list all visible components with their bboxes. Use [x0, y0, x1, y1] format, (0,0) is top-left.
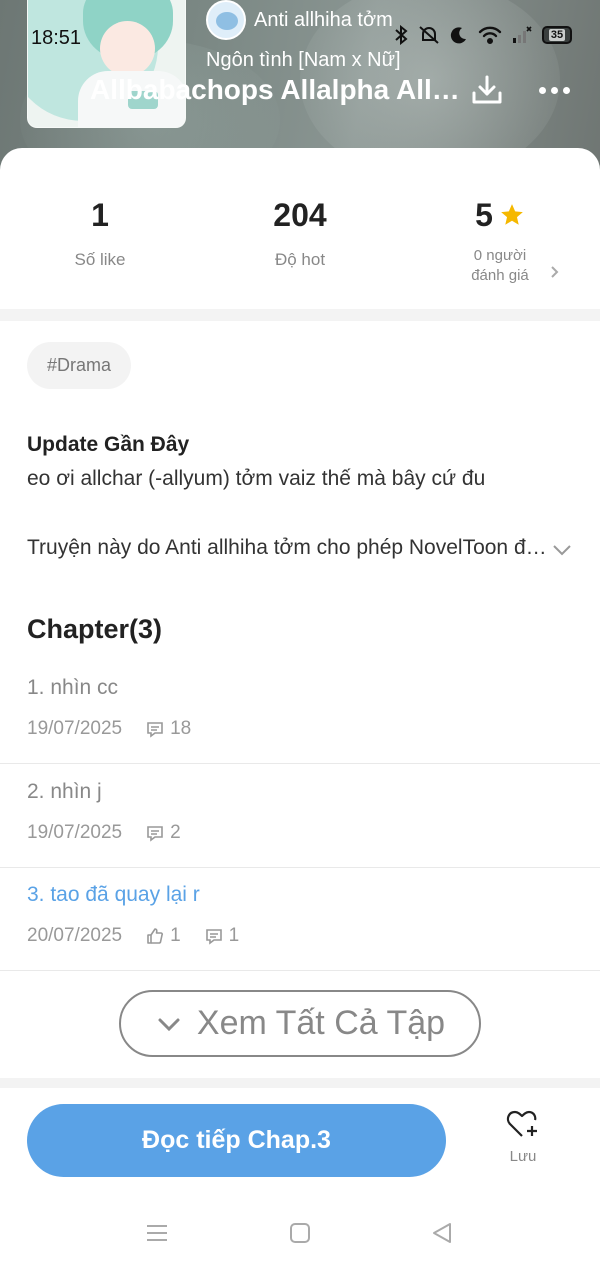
star-icon	[501, 204, 523, 225]
menu-icon	[147, 1225, 167, 1241]
chevron-down-icon	[553, 545, 571, 556]
see-all-chapters-button[interactable]: Xem Tất Cả Tập	[119, 990, 481, 1057]
cover-image[interactable]	[27, 0, 186, 128]
home-square-icon	[290, 1223, 310, 1243]
moon-icon	[450, 27, 466, 44]
status-time: 18:51	[31, 27, 82, 49]
thumbs-up-icon	[147, 928, 164, 944]
section-divider	[0, 1078, 600, 1088]
home-button[interactable]	[285, 1218, 315, 1248]
chapter-meta: 20/07/2025 1 1	[27, 925, 239, 947]
header-banner: Anti allhiha tởm Ngôn tình [Nam x Nữ] Al…	[0, 0, 600, 170]
back-button[interactable]	[427, 1218, 457, 1248]
battery-icon: 35	[542, 26, 572, 44]
comment-icon	[147, 722, 163, 738]
author-row[interactable]: Anti allhiha tởm	[206, 0, 393, 40]
stat-hot: 204 Độ hot	[200, 190, 400, 270]
more-dot-icon	[562, 86, 570, 94]
chapter-title: 1. nhìn cc	[27, 676, 119, 699]
continue-reading-button[interactable]: Đọc tiếp Chap.3	[27, 1104, 446, 1177]
update-heading: Update Gần Đây	[27, 433, 190, 456]
chapter-date: 19/07/2025	[27, 822, 123, 843]
rating-value: 5	[475, 197, 493, 233]
summary-text[interactable]: Truyện này do Anti allhiha tởm cho phép …	[27, 536, 547, 560]
more-options-button[interactable]	[532, 76, 576, 104]
likes-count: 1	[91, 197, 109, 233]
chapter-date: 19/07/2025	[27, 718, 123, 739]
likes-label: Số like	[74, 250, 126, 269]
comment-count: 18	[170, 718, 192, 739]
back-triangle-icon	[433, 1223, 451, 1243]
wifi-icon	[478, 26, 502, 44]
section-divider	[0, 309, 600, 321]
stat-likes: 1 Số like	[0, 190, 200, 270]
download-button[interactable]	[468, 70, 506, 110]
comment-count: 1	[228, 925, 240, 946]
chevron-down-icon	[158, 1018, 180, 1031]
comment-icon	[147, 826, 163, 842]
chapter-item[interactable]: 2. nhìn j 19/07/2025 2	[0, 764, 600, 868]
chapter-meta: 19/07/2025 18	[27, 718, 191, 740]
mute-icon	[419, 26, 439, 44]
expand-summary-button[interactable]	[550, 538, 574, 562]
save-label: Lưu	[509, 1148, 537, 1165]
download-icon	[472, 75, 502, 104]
heart-plus-icon	[506, 1110, 537, 1137]
chevron-right-icon[interactable]	[549, 263, 559, 284]
comment-icon	[205, 929, 222, 945]
more-dot-icon	[538, 86, 546, 94]
chapter-title: 2. nhìn j	[27, 780, 102, 803]
stats-row: 1 Số like 204 Độ hot 5 0 người đánh giá	[0, 190, 600, 310]
signal-icon	[513, 26, 532, 43]
save-button[interactable]: Lưu	[493, 1108, 553, 1178]
chapter-title: 3. tao đã quay lại r	[27, 883, 200, 906]
hot-count: 204	[273, 197, 327, 233]
author-avatar[interactable]	[206, 0, 246, 40]
recent-apps-button[interactable]	[142, 1218, 172, 1248]
chapter-item[interactable]: 1. nhìn cc 19/07/2025 18	[0, 660, 600, 764]
tag-chip[interactable]: #Drama	[27, 342, 132, 389]
rating-label: 0 người đánh giá	[471, 247, 529, 284]
more-dot-icon	[550, 86, 558, 94]
bluetooth-icon	[395, 25, 408, 45]
stat-rating[interactable]: 5 0 người đánh giá	[400, 190, 600, 286]
status-icons: 35	[394, 25, 572, 45]
like-count: 1	[170, 925, 181, 946]
see-all-label: Xem Tất Cả Tập	[196, 1004, 446, 1042]
rating-value-row: 5	[400, 190, 600, 240]
author-name[interactable]: Anti allhiha tởm	[254, 9, 393, 32]
system-nav-bar	[0, 1200, 600, 1267]
hot-label: Độ hot	[274, 250, 326, 269]
chapter-date: 20/07/2025	[27, 925, 123, 946]
chapter-item[interactable]: 3. tao đã quay lại r 20/07/2025 1 1	[0, 867, 600, 971]
story-title: Allbabachops Allalpha Alltởm	[90, 74, 460, 105]
genre-label: Ngôn tình [Nam x Nữ]	[206, 49, 401, 71]
comment-count: 2	[170, 822, 181, 843]
update-text: eo ơi allchar (-allyum) tởm vaiz thế mà …	[27, 467, 486, 490]
chapter-list-heading: Chapter(3)	[27, 614, 163, 644]
chapter-meta: 19/07/2025 2	[27, 822, 181, 844]
